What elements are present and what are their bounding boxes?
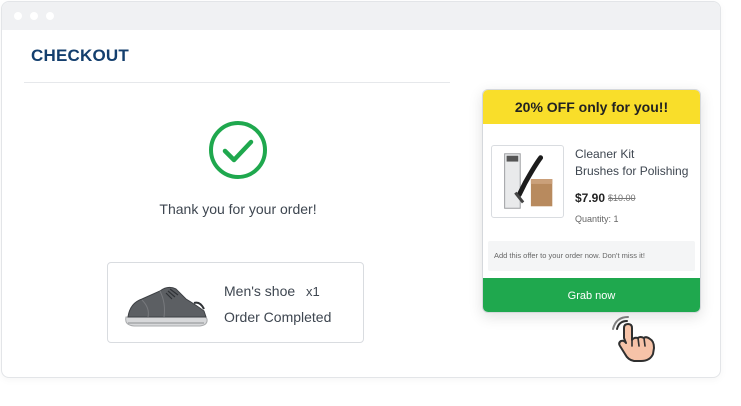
grab-now-button[interactable]: Grab now	[483, 278, 700, 312]
pointing-hand-icon	[612, 316, 655, 362]
offer-banner: 20% OFF only for you!!	[483, 90, 700, 124]
window-dot	[14, 12, 22, 20]
order-summary-card: Men's shoe x1 Order Completed	[107, 262, 364, 343]
shoe-image	[125, 286, 208, 327]
header-divider	[24, 82, 450, 83]
cleaner-kit-icon	[504, 153, 553, 209]
product-price: $7.90	[575, 191, 606, 205]
upsell-offer-card: 20% OFF only for you!! Cleaner Kit Brush…	[482, 89, 701, 313]
product-image	[491, 145, 564, 218]
thank-you-message: Thank you for your order!	[159, 201, 317, 217]
window-dot	[30, 12, 38, 20]
product-name-line1: Cleaner Kit	[575, 147, 635, 161]
order-item-name: Men's shoe	[224, 283, 296, 299]
product-quantity: Quantity: 1	[575, 214, 619, 224]
page-title: CHECKOUT	[31, 46, 129, 65]
product-name-line2: Brushes for Polishing	[575, 164, 689, 178]
order-status: Order Completed	[224, 309, 332, 325]
product-original-price: $10.00	[608, 193, 636, 203]
order-item-quantity: x1	[306, 284, 320, 299]
window-titlebar	[2, 2, 720, 30]
window-dot	[46, 12, 54, 20]
check-circle-icon	[209, 121, 267, 179]
offer-note: Add this offer to your order now. Don't …	[488, 241, 695, 271]
product-name: Cleaner Kit Brushes for Polishing	[575, 146, 699, 180]
